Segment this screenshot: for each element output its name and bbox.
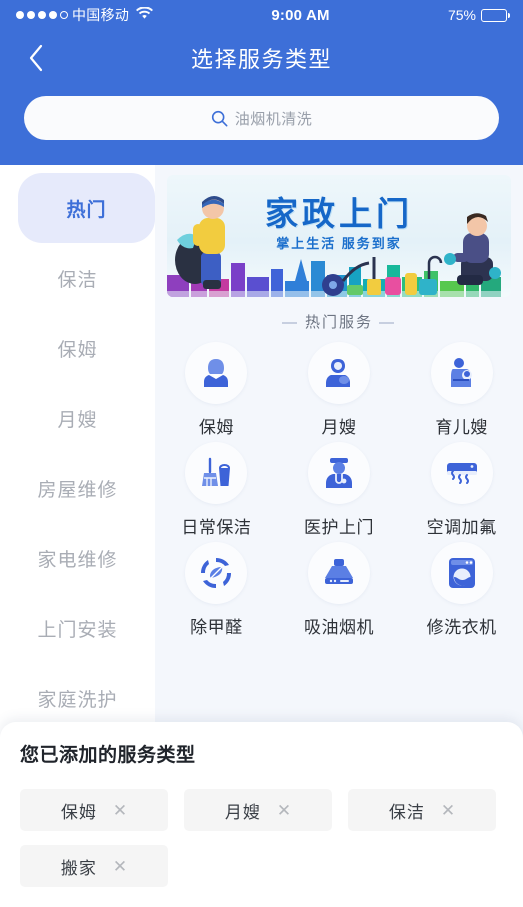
- service-item-home-medical[interactable]: 医护上门: [278, 442, 401, 538]
- sidebar-item-nanny[interactable]: 保姆: [0, 313, 155, 383]
- chip-label: 搬家: [60, 858, 97, 878]
- selected-chip-cleaning[interactable]: 保洁 ✕: [348, 789, 496, 831]
- battery-icon: [481, 8, 510, 22]
- back-button[interactable]: [16, 38, 56, 78]
- dash-right: —: [379, 314, 396, 331]
- selected-chip-moving[interactable]: 搬家 ✕: [20, 845, 168, 887]
- dash-left: —: [281, 314, 299, 331]
- sidebar-item-label: 上门安装: [37, 619, 118, 641]
- maternity-nurse-icon: [307, 342, 370, 404]
- nav-bar: 选择服务类型: [0, 30, 523, 86]
- service-item-label: 月嫂: [321, 418, 357, 437]
- sidebar-item-maternity[interactable]: 月嫂: [0, 383, 155, 453]
- chevron-left-icon: [29, 44, 43, 72]
- service-item-label: 医护上门: [303, 518, 374, 537]
- battery-label: 75%: [447, 7, 476, 23]
- cleaning-supplies-illustration: [322, 255, 443, 296]
- sheet-title: 您已添加的服务类型: [20, 745, 196, 766]
- clock: 9:00 AM: [271, 6, 330, 24]
- page-title: 选择服务类型: [190, 47, 332, 72]
- banner-title: 家政上门: [265, 195, 413, 232]
- section-header-label: 热门服务: [304, 314, 373, 331]
- service-item-daily-cleaning[interactable]: 日常保洁: [155, 442, 278, 538]
- selected-chip-maternity[interactable]: 月嫂 ✕: [184, 789, 332, 831]
- service-item-label: 除甲醛: [190, 618, 243, 637]
- status-bar: 中国移动 9:00 AM 75%: [0, 0, 523, 30]
- close-icon[interactable]: ✕: [277, 802, 291, 819]
- sidebar-item-house-repair[interactable]: 房屋维修: [0, 453, 155, 523]
- doctor-icon: [307, 442, 370, 504]
- service-item-label: 保姆: [198, 418, 234, 437]
- worker-with-bag-illustration: [175, 195, 225, 289]
- service-item-formaldehyde-removal[interactable]: 除甲醛: [155, 542, 278, 638]
- app-screen: 中国移动 9:00 AM 75% 选择服务类型 油烟机清洗 热门 保洁 保姆 月…: [0, 0, 523, 907]
- sidebar-item-label: 家电维修: [37, 549, 118, 571]
- signal-strength-icon: [16, 11, 68, 19]
- header: 中国移动 9:00 AM 75% 选择服务类型 油烟机清洗: [0, 0, 523, 165]
- sidebar-item-installation[interactable]: 上门安装: [0, 593, 155, 663]
- search-icon: [211, 110, 228, 126]
- service-item-childcare-nurse[interactable]: 育儿嫂: [400, 342, 523, 438]
- selected-chip-list: 保姆 ✕ 月嫂 ✕ 保洁 ✕ 搬家 ✕: [20, 789, 503, 887]
- sidebar-item-cleaning[interactable]: 保洁: [0, 243, 155, 313]
- service-item-maternity-nurse[interactable]: 月嫂: [278, 342, 401, 438]
- service-item-label: 育儿嫂: [435, 418, 488, 437]
- status-bar-left: 中国移动: [16, 5, 154, 25]
- air-conditioner-icon: [430, 442, 493, 504]
- section-header: — 热门服务 —: [155, 311, 523, 332]
- carrier-label: 中国移动: [72, 7, 130, 23]
- sidebar-item-label: 热门: [66, 199, 107, 221]
- sidebar-item-label: 保洁: [57, 269, 98, 291]
- service-grid: 保姆 月嫂 育儿嫂 日常保洁 医护上门 空调加氟 除甲醛 吸油烟机 修洗衣机: [155, 342, 523, 638]
- formaldehyde-leaf-icon: [185, 542, 248, 604]
- service-item-washing-machine-repair[interactable]: 修洗衣机: [400, 542, 523, 638]
- service-item-label: 修洗衣机: [426, 618, 497, 637]
- sidebar-item-hot[interactable]: 热门: [18, 173, 155, 243]
- sidebar-item-label: 家庭洗护: [37, 689, 118, 711]
- sidebar-item-label: 月嫂: [57, 409, 98, 431]
- search-input[interactable]: 油烟机清洗: [24, 96, 499, 140]
- sidebar-item-label: 保姆: [57, 339, 98, 361]
- chip-label: 保姆: [60, 802, 97, 822]
- service-item-label: 吸油烟机: [303, 618, 374, 637]
- range-hood-icon: [307, 542, 370, 604]
- washing-machine-icon: [430, 542, 493, 604]
- promo-banner[interactable]: 家政上门 掌上生活 服务到家: [167, 175, 511, 297]
- search-bar-container: 油烟机清洗: [0, 86, 523, 140]
- service-item-label: 日常保洁: [181, 518, 252, 537]
- close-icon[interactable]: ✕: [113, 858, 127, 875]
- service-item-nanny[interactable]: 保姆: [155, 342, 278, 438]
- broom-bucket-icon: [185, 442, 248, 504]
- wifi-icon: [136, 5, 154, 24]
- selected-chip-nanny[interactable]: 保姆 ✕: [20, 789, 168, 831]
- chip-label: 月嫂: [224, 802, 261, 822]
- sidebar-item-appliance-repair[interactable]: 家电维修: [0, 523, 155, 593]
- sidebar-item-label: 房屋维修: [37, 479, 118, 501]
- childcare-nurse-icon: [430, 342, 493, 404]
- close-icon[interactable]: ✕: [441, 802, 455, 819]
- selected-services-sheet: 您已添加的服务类型 保姆 ✕ 月嫂 ✕ 保洁 ✕ 搬家 ✕: [0, 722, 523, 907]
- service-item-ac-refrigerant[interactable]: 空调加氟: [400, 442, 523, 538]
- status-bar-right: 75%: [447, 7, 510, 23]
- service-item-label: 空调加氟: [426, 518, 497, 537]
- service-item-range-hood[interactable]: 吸油烟机: [278, 542, 401, 638]
- chip-label: 保洁: [388, 802, 425, 822]
- search-placeholder: 油烟机清洗: [234, 110, 313, 128]
- worker-crouching-illustration: [444, 213, 501, 285]
- close-icon[interactable]: ✕: [113, 802, 127, 819]
- banner-subtitle: 掌上生活 服务到家: [276, 236, 402, 251]
- nanny-icon: [185, 342, 248, 404]
